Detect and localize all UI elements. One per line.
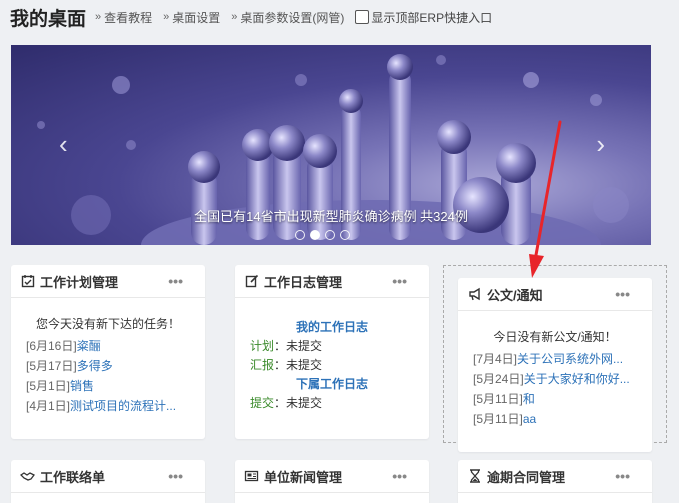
annotation-arrow-icon <box>529 120 562 278</box>
